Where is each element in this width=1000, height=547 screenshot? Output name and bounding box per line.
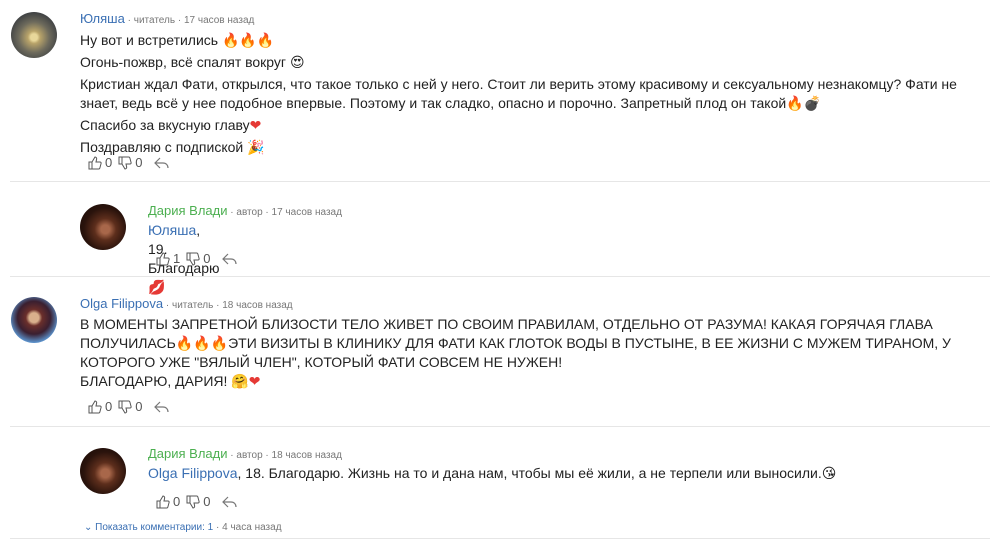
comment-header: Дария Влади · автор · 17 часов назад <box>148 203 342 218</box>
kiss-emoji: 💋 <box>148 279 166 295</box>
reply-icon[interactable] <box>222 252 238 266</box>
dislike-count: 0 <box>135 155 143 170</box>
thumbs-down-icon <box>118 156 132 170</box>
thumbs-up-icon <box>156 494 170 508</box>
comment-meta: · читатель · 18 часов назад <box>163 300 293 311</box>
heart-emoji: ❤ <box>249 117 262 133</box>
like-count: 0 <box>105 399 113 414</box>
reply-icon[interactable] <box>154 400 170 414</box>
kiss-face-emoji: 😘 <box>821 465 837 481</box>
fire-emoji: 🔥🔥🔥 <box>175 335 229 351</box>
dislike-count: 0 <box>135 399 143 414</box>
comment-line: Ну вот и встретились <box>80 32 222 48</box>
author-name[interactable]: Юляша <box>80 11 125 26</box>
avatar[interactable] <box>11 12 57 58</box>
like-button[interactable]: 0 <box>88 155 112 170</box>
thumbs-up-icon <box>156 251 170 265</box>
author-name[interactable]: Olga Filippova <box>80 296 163 311</box>
dislike-button[interactable]: 0 <box>118 155 142 170</box>
thumbs-up-icon <box>88 155 102 169</box>
chevron-down-icon: ⌄ <box>84 522 93 533</box>
show-comments-link[interactable]: ⌄ Показать комментарии: 1 · 4 часа назад <box>84 522 282 533</box>
thumbs-down-icon <box>186 495 200 509</box>
dislike-count: 0 <box>203 494 211 509</box>
avatar[interactable] <box>80 448 126 494</box>
comment-header: Дария Влади · автор · 18 часов назад <box>148 446 342 461</box>
comment-line: Поздравляю с подпиской <box>80 139 248 155</box>
like-button[interactable]: 0 <box>156 494 180 509</box>
comment-line: Кристиан ждал Фати, открылся, что такое … <box>80 76 957 111</box>
comment-actions: 1 0 <box>156 251 238 266</box>
like-button[interactable]: 0 <box>88 399 112 414</box>
comment-meta: · читатель · 17 часов назад <box>124 15 255 26</box>
comment-header: Юляша · читатель · 17 часов назад <box>80 11 254 26</box>
dislike-button[interactable]: 0 <box>118 399 142 414</box>
comment-header: Olga Filippova · читатель · 18 часов наз… <box>80 296 293 311</box>
heart-emoji: ❤ <box>248 373 261 389</box>
comment-meta: · автор · 17 часов назад <box>227 207 342 218</box>
comment-actions: 0 0 <box>88 399 170 414</box>
thumbs-down-icon <box>118 400 132 414</box>
comment-meta: · автор · 18 часов назад <box>227 450 342 461</box>
party-emoji: 🎉 <box>247 139 265 155</box>
author-name[interactable]: Дария Влади <box>148 446 228 461</box>
comment-text: Ну вот и встретились 🔥🔥🔥 Огонь-пожвр, вс… <box>80 31 975 160</box>
fire-emoji: 🔥🔥🔥 <box>221 32 275 48</box>
comment-line: БЛАГОДАРЮ, ДАРИЯ! <box>80 373 232 389</box>
like-count: 1 <box>173 251 181 266</box>
like-count: 0 <box>173 494 181 509</box>
mention-link[interactable]: Юляша <box>148 222 196 238</box>
reply-icon[interactable] <box>154 156 170 170</box>
comment-actions: 0 0 <box>156 494 238 509</box>
show-comments-time: · 4 часа назад <box>213 522 282 533</box>
comment-text: Olga Filippova, 18. Благодарю. Жизнь на … <box>148 464 968 483</box>
avatar[interactable] <box>11 297 57 343</box>
hug-emoji: 🤗 <box>231 373 249 389</box>
heart-eyes-emoji: 😍 <box>289 54 305 70</box>
avatar[interactable] <box>80 204 126 250</box>
like-button[interactable]: 1 <box>156 251 180 266</box>
divider <box>10 181 990 182</box>
comment-line: , 18. Благодарю. Жизнь на то и дана нам,… <box>237 465 822 481</box>
like-count: 0 <box>105 155 113 170</box>
show-comments-label: Показать комментарии: 1 <box>95 522 214 533</box>
comment-line: Спасибо за вкусную главу <box>80 117 250 133</box>
thumbs-up-icon <box>88 399 102 413</box>
dislike-button[interactable]: 0 <box>186 251 210 266</box>
dislike-count: 0 <box>203 251 211 266</box>
fire-bomb-emoji: 🔥💣 <box>786 95 822 111</box>
reply-icon[interactable] <box>222 495 238 509</box>
thumbs-down-icon <box>186 252 200 266</box>
divider <box>10 538 990 539</box>
comment-actions: 0 0 <box>88 155 170 170</box>
comment-text: В МОМЕНТЫ ЗАПРЕТНОЙ БЛИЗОСТИ ТЕЛО ЖИВЕТ … <box>80 315 960 391</box>
author-name[interactable]: Дария Влади <box>148 203 228 218</box>
mention-link[interactable]: Olga Filippova <box>148 465 238 481</box>
dislike-button[interactable]: 0 <box>186 494 210 509</box>
divider <box>10 276 990 277</box>
comment-line: Огонь-пожвр, всё спалят вокруг <box>80 54 290 70</box>
divider <box>10 426 990 427</box>
